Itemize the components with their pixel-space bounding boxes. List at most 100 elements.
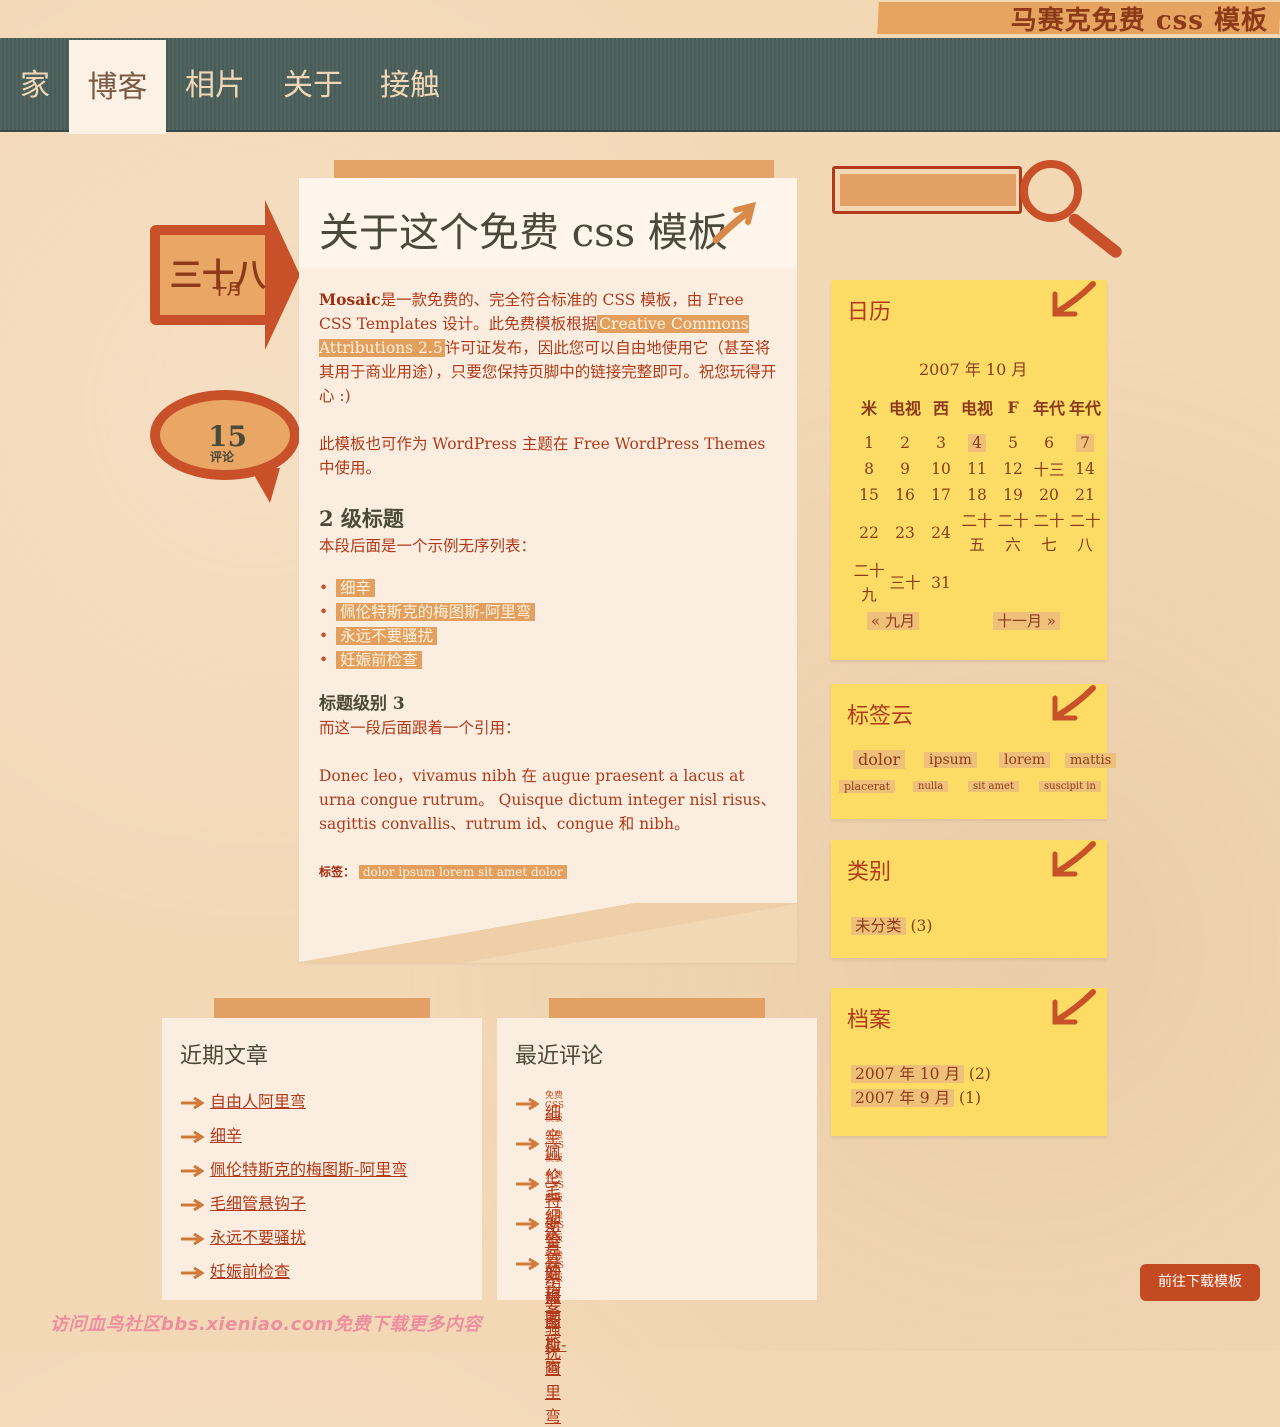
archive-link[interactable]: 2007 年 9 月 xyxy=(851,1089,955,1107)
archive-link[interactable]: 2007 年 10 月 xyxy=(851,1065,964,1083)
blockquote: Donec leo，vivamus nibh 在 augue praesent … xyxy=(319,767,776,833)
tag-link[interactable]: mattis xyxy=(1065,753,1117,768)
calendar-day: 二十七 xyxy=(1033,512,1065,554)
recent-post-link[interactable]: 妊娠前检查 xyxy=(210,1262,290,1281)
nav-about[interactable]: 关于 xyxy=(268,38,358,130)
recent-posts-box: 近期文章 自由人阿里弯 细辛 佩伦特斯克的梅图斯-阿里弯 毛细管悬钩子 永远不要… xyxy=(162,1018,482,1300)
calendar-day-link[interactable]: 7 xyxy=(1067,430,1103,456)
watermark-footer-note: 访问血鸟社区bbs.xieniao.com免费下载更多内容 xyxy=(50,1314,482,1335)
arrow-right-icon xyxy=(181,1198,204,1211)
calendar-day: 31 xyxy=(931,574,951,592)
recent-post-item: 永远不要骚扰 xyxy=(180,1224,407,1258)
recent-comments-box: 最近评论 免费 CSS 模板 细辛 免费 CSS 模板 佩伦特斯克的梅图斯-阿里弯 … xyxy=(497,1018,817,1426)
search-icon-handle xyxy=(1066,211,1125,261)
category-link[interactable]: 未分类 xyxy=(851,917,906,935)
download-template-button[interactable]: 前往下载模板 xyxy=(1140,1264,1260,1301)
calendar-next-month[interactable]: 十一月 » xyxy=(993,610,1060,631)
arrow-right-icon xyxy=(516,1178,539,1190)
weekday-header: 西 xyxy=(932,399,949,418)
recent-post-link[interactable]: 细辛 xyxy=(210,1126,242,1145)
tag-link[interactable]: sit amet xyxy=(968,781,1019,792)
arrow-down-left-icon xyxy=(1052,685,1096,721)
recent-post-item: 细辛 xyxy=(180,1122,407,1156)
category-item: 未分类 (3) xyxy=(851,914,932,936)
post-comment-badge[interactable]: 15 评论 xyxy=(150,390,300,510)
post-paragraph-2: 此模板也可作为 WordPress 主题在 Free WordPress The… xyxy=(319,435,766,477)
arrow-right-icon xyxy=(516,1258,539,1270)
comment-post-link[interactable]: 妊娠前检查 xyxy=(545,1259,561,1379)
calendar-day: 1 xyxy=(864,434,874,452)
calendar-day-link[interactable]: 4 xyxy=(959,430,995,456)
tag-link[interactable]: ipsum xyxy=(924,752,977,768)
archive-item: 2007 年 9 月 (1) xyxy=(851,1086,991,1110)
list-item-label[interactable]: 永远不要骚扰 xyxy=(336,627,438,645)
recent-post-link[interactable]: 自由人阿里弯 xyxy=(210,1092,306,1111)
calendar-day: 三十 xyxy=(889,574,921,592)
archives-title: 档案 xyxy=(847,1008,892,1033)
tagcloud-widget: 标签云 dolor ipsum lorem mattis placerat nu… xyxy=(831,684,1117,819)
calendar-week-row: 二十九 三十 31 xyxy=(851,558,1103,608)
nav-blog[interactable]: 博客 xyxy=(69,40,166,134)
archive-item: 2007 年 10 月 (2) xyxy=(851,1062,991,1086)
calendar-day xyxy=(1067,558,1103,608)
recent-post-item: 自由人阿里弯 xyxy=(180,1088,407,1122)
calendar-day xyxy=(959,558,995,608)
weekday-header: 年代 xyxy=(1032,399,1065,418)
tag-link[interactable]: suscipit in xyxy=(1039,781,1101,792)
recent-posts-title: 近期文章 xyxy=(180,1044,269,1069)
weekday-header: 年代 xyxy=(1068,399,1101,418)
post-title[interactable]: 关于这个免费 css 模板 xyxy=(319,200,728,258)
recent-post-link[interactable]: 永远不要骚扰 xyxy=(210,1228,306,1247)
weekday-header: 电视 xyxy=(888,399,921,418)
arrow-down-left-icon xyxy=(1052,989,1096,1025)
arrow-right-icon xyxy=(516,1218,539,1230)
recent-comments-title: 最近评论 xyxy=(515,1044,604,1069)
calendar-day: 8 xyxy=(864,460,874,478)
arrow-right-icon xyxy=(516,1138,539,1150)
category-count: (3) xyxy=(910,917,933,935)
date-badge-arrow xyxy=(265,200,300,350)
calendar-day: 10 xyxy=(931,460,951,478)
calendar-header-row: 米 电视 西 电视 F 年代 年代 xyxy=(851,384,1103,430)
calendar-day: 十三 xyxy=(1033,461,1065,479)
calendar-day: 12 xyxy=(1003,460,1023,478)
nav-photos[interactable]: 相片 xyxy=(170,38,260,130)
recent-posts-list: 自由人阿里弯 细辛 佩伦特斯克的梅图斯-阿里弯 毛细管悬钩子 永远不要骚扰 妊娠… xyxy=(180,1088,407,1292)
site-title[interactable]: 马赛克免费 css 模板 xyxy=(1011,0,1268,37)
heading-level-2: 2 级标题 xyxy=(319,506,404,531)
calendar-day: 9 xyxy=(900,460,910,478)
calendar-day xyxy=(995,558,1031,608)
calendar-day: 6 xyxy=(1044,434,1054,452)
post-date-month: 十月 xyxy=(212,280,243,298)
search-input-fill[interactable] xyxy=(840,174,1016,206)
tag-links[interactable]: dolor ipsum lorem sit amet dolor xyxy=(358,865,567,879)
calendar-day: 19 xyxy=(1003,486,1023,504)
arrow-up-right-icon xyxy=(712,201,757,244)
list-item-label[interactable]: 细辛 xyxy=(336,579,376,597)
tag-link[interactable]: nulla xyxy=(913,781,949,792)
calendar-prev-month[interactable]: « 九月 xyxy=(867,610,919,631)
paper-fold xyxy=(299,903,797,963)
tag-link[interactable]: dolor xyxy=(853,750,906,769)
list-item-label[interactable]: 妊娠前检查 xyxy=(336,651,422,669)
calendar-week-row: 15 16 17 18 19 20 21 xyxy=(851,482,1103,508)
sample-list: • 细辛 • 佩伦特斯克的梅图斯-阿里弯 • 永远不要骚扰 • 妊娠前检查 xyxy=(319,576,777,672)
tag-link[interactable]: placerat xyxy=(839,780,896,793)
h3-paragraph: 而这一段后面跟着一个引用： xyxy=(319,719,521,737)
calendar-day: 21 xyxy=(1075,486,1095,504)
post-body: Mosaic是一款免费的、完全符合标准的 CSS 模板，由 Free CSS T… xyxy=(319,288,777,884)
arrow-right-icon xyxy=(516,1098,539,1110)
calendar-day: 15 xyxy=(859,486,879,504)
calendar-table: 米 电视 西 电视 F 年代 年代 1 2 3 4 5 6 7 8 9 10 1… xyxy=(851,384,1103,608)
weekday-header: F xyxy=(1007,397,1019,417)
calendar-day: 11 xyxy=(967,460,987,478)
list-item-label[interactable]: 佩伦特斯克的梅图斯-阿里弯 xyxy=(336,603,536,621)
calendar-day: 2 xyxy=(900,434,910,452)
tag-link[interactable]: lorem xyxy=(999,752,1051,768)
nav-contact[interactable]: 接触 xyxy=(365,38,455,130)
calendar-day: 17 xyxy=(931,486,951,504)
calendar-week-row: 1 2 3 4 5 6 7 xyxy=(851,430,1103,456)
recent-post-link[interactable]: 佩伦特斯克的梅图斯-阿里弯 xyxy=(210,1160,407,1179)
recent-post-link[interactable]: 毛细管悬钩子 xyxy=(210,1194,306,1213)
nav-home[interactable]: 家 xyxy=(0,38,70,130)
